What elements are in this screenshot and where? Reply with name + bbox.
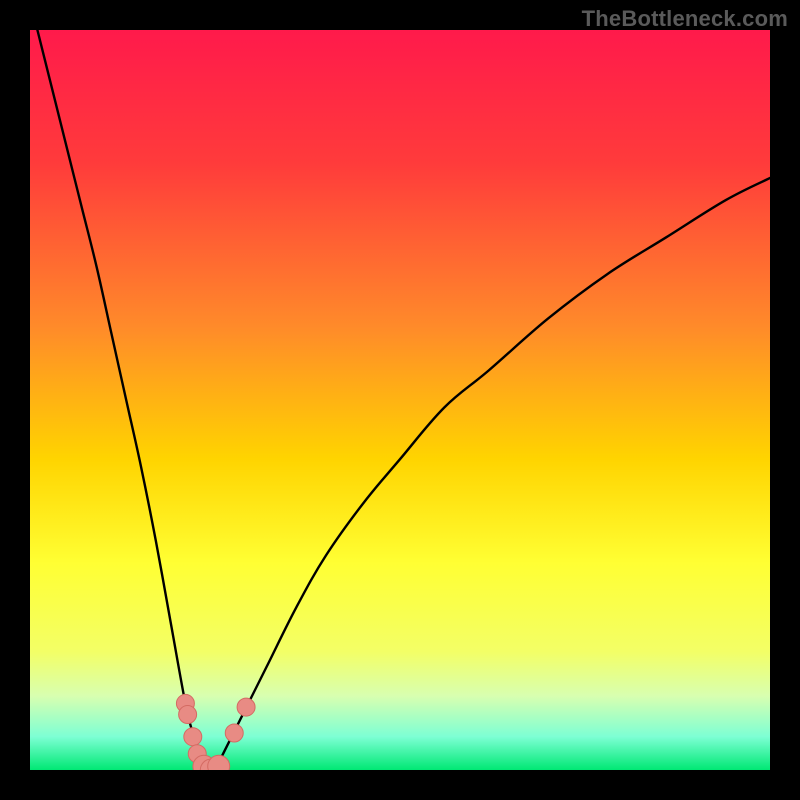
- gradient-background: [30, 30, 770, 770]
- curve-marker: [237, 698, 255, 716]
- curve-marker: [184, 728, 202, 746]
- outer-frame: TheBottleneck.com: [0, 0, 800, 800]
- curve-marker: [179, 706, 197, 724]
- watermark-text: TheBottleneck.com: [582, 6, 788, 32]
- bottleneck-chart: [30, 30, 770, 770]
- curve-marker: [225, 724, 243, 742]
